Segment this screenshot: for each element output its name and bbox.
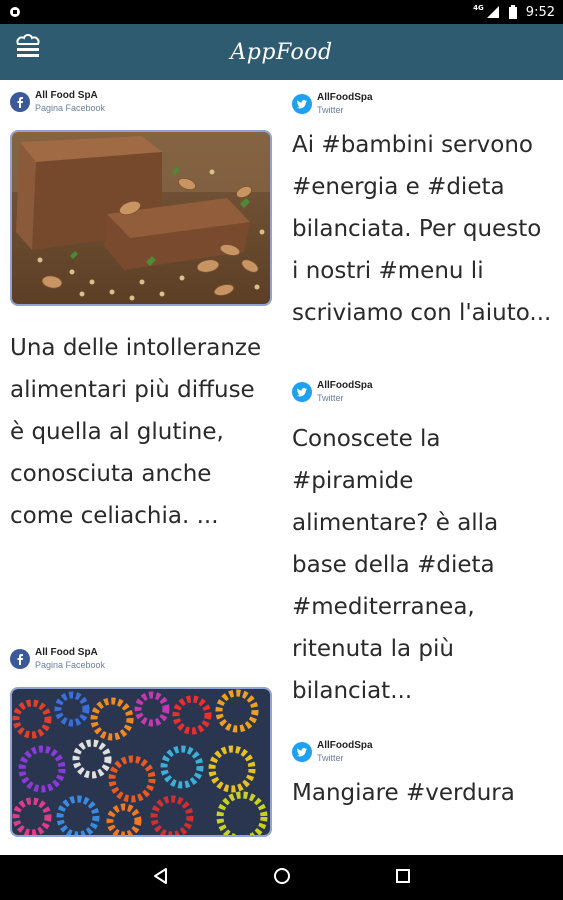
feed-post[interactable]: All Food SpA Pagina Facebook <box>0 637 282 837</box>
feed-post[interactable]: All Food SpA Pagina Facebook <box>0 80 282 637</box>
post-header: All Food SpA Pagina Facebook <box>10 637 272 677</box>
battery-icon <box>506 5 520 19</box>
navigation-bar <box>0 855 563 900</box>
post-source-type: Twitter <box>317 753 344 763</box>
menu-button[interactable] <box>10 30 46 70</box>
chef-hat-menu-icon <box>12 32 44 68</box>
twitter-icon <box>292 742 312 762</box>
recents-button[interactable] <box>388 863 418 893</box>
status-bar: 4G 9:52 <box>0 0 563 24</box>
app-title: AppFood <box>230 39 333 65</box>
post-source-type: Twitter <box>317 105 344 115</box>
post-image-gears[interactable] <box>10 687 272 837</box>
feed-post[interactable]: AllFoodSpa Twitter Ai #bambini servono #… <box>282 80 563 370</box>
post-header: All Food SpA Pagina Facebook <box>10 80 272 120</box>
facebook-icon <box>10 92 30 112</box>
twitter-icon <box>292 94 312 114</box>
home-button[interactable] <box>267 863 297 893</box>
facebook-icon <box>10 649 30 669</box>
home-icon <box>273 867 291 889</box>
post-text: Conoscete la #piramide alimentare? è all… <box>292 426 499 704</box>
post-text: Ai #bambini servono #energia e #dieta bi… <box>292 132 552 326</box>
feed-column-left: All Food SpA Pagina Facebook Una delle i… <box>0 80 282 837</box>
post-header: AllFoodSpa Twitter <box>292 80 553 120</box>
post-source-name: AllFoodSpa <box>317 740 373 751</box>
post-image-bread[interactable] <box>10 130 272 306</box>
feed-column-right: AllFoodSpa Twitter Ai #bambini servono #… <box>282 80 563 814</box>
network-type: 4G <box>473 4 484 12</box>
recents-icon <box>395 868 411 888</box>
post-source-name: All Food SpA <box>35 90 98 101</box>
post-source-name: All Food SpA <box>35 647 98 658</box>
post-header: AllFoodSpa Twitter <box>292 730 553 770</box>
post-header: AllFoodSpa Twitter <box>292 370 553 410</box>
app-bar: AppFood <box>0 24 563 80</box>
feed-post[interactable]: AllFoodSpa Twitter Mangiare #verdura <box>282 730 563 814</box>
post-text: Una delle intolleranze alimentari più di… <box>10 335 262 529</box>
post-source-type: Pagina Facebook <box>35 660 106 670</box>
post-source-type: Pagina Facebook <box>35 103 106 113</box>
notification-icon <box>8 5 22 19</box>
post-source-name: AllFoodSpa <box>317 380 373 391</box>
back-icon <box>152 867 170 889</box>
clock: 9:52 <box>525 4 555 20</box>
signal-icon <box>486 5 500 19</box>
twitter-icon <box>292 382 312 402</box>
feed-post[interactable]: AllFoodSpa Twitter Conoscete la #piramid… <box>282 370 563 730</box>
feed[interactable]: All Food SpA Pagina Facebook Una delle i… <box>0 80 563 855</box>
post-source-type: Twitter <box>317 393 344 403</box>
post-text: Mangiare #verdura <box>292 780 515 806</box>
back-button[interactable] <box>146 863 176 893</box>
post-source-name: AllFoodSpa <box>317 92 373 103</box>
